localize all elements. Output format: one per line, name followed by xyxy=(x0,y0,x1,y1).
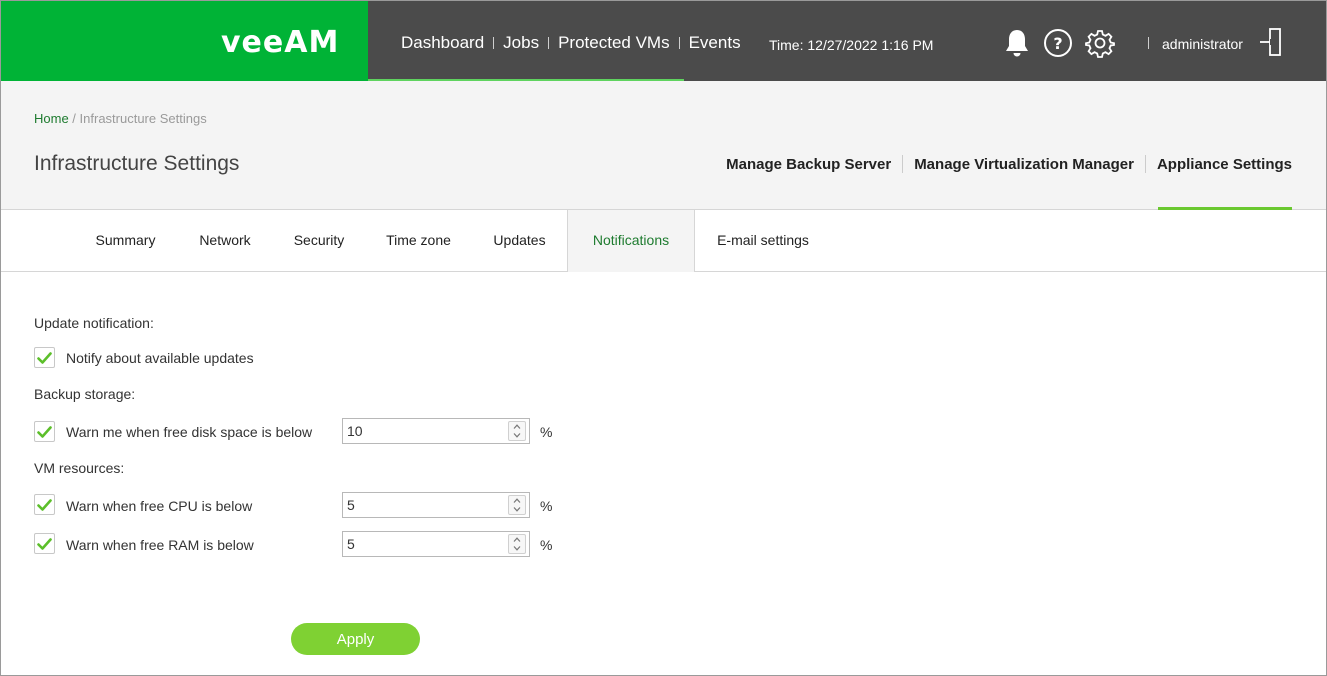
vm-resources-label: VM resources: xyxy=(34,460,125,476)
section-appliance-settings[interactable]: Appliance Settings xyxy=(1157,156,1292,173)
server-time: Time: 12/27/2022 1:16 PM xyxy=(769,37,934,53)
user-separator xyxy=(1148,37,1149,49)
page-title: Infrastructure Settings xyxy=(34,152,240,175)
breadcrumb: Home / Infrastructure Settings xyxy=(34,111,207,126)
ram-threshold-stepper xyxy=(342,531,530,557)
nav-jobs[interactable]: Jobs xyxy=(503,33,539,53)
disk-space-unit: % xyxy=(540,424,553,440)
breadcrumb-current: Infrastructure Settings xyxy=(79,111,207,126)
spin-buttons xyxy=(508,421,526,441)
username[interactable]: administrator xyxy=(1162,36,1243,52)
disk-space-threshold-input[interactable] xyxy=(343,419,503,443)
tab-updates[interactable]: Updates xyxy=(480,210,559,271)
tab-summary[interactable]: Summary xyxy=(83,210,168,271)
checkmark-icon xyxy=(37,537,52,550)
checkmark-icon xyxy=(37,498,52,511)
breadcrumb-separator: / xyxy=(68,111,80,126)
checkmark-icon xyxy=(37,351,52,364)
nav-dashboard[interactable]: Dashboard xyxy=(401,33,484,53)
nav-separator xyxy=(548,37,550,49)
cpu-threshold-stepper xyxy=(342,492,530,518)
cpu-threshold-input[interactable] xyxy=(343,493,503,517)
main-nav: Dashboard Jobs Protected VMs Events xyxy=(401,32,741,54)
notify-updates-label: Notify about available updates xyxy=(66,350,254,366)
tab-email-settings[interactable]: E-mail settings xyxy=(703,210,823,271)
help-icon[interactable]: ? xyxy=(1043,28,1073,58)
logo-block: veeAM xyxy=(1,1,368,81)
section-separator xyxy=(1144,155,1146,173)
cpu-unit: % xyxy=(540,498,553,514)
veeam-logo[interactable]: veeAM xyxy=(221,25,339,60)
cpu-warn-label: Warn when free CPU is below xyxy=(66,498,253,514)
tab-security[interactable]: Security xyxy=(281,210,357,271)
cpu-warn-checkbox[interactable] xyxy=(34,494,55,515)
nav-events[interactable]: Events xyxy=(689,33,741,53)
ram-warn-label: Warn when free RAM is below xyxy=(66,537,254,553)
spin-buttons xyxy=(508,495,526,515)
notify-updates-checkbox[interactable] xyxy=(34,347,55,368)
chevron-up-icon[interactable] xyxy=(509,422,525,431)
gear-icon[interactable] xyxy=(1085,28,1115,58)
backup-storage-label: Backup storage: xyxy=(34,386,136,402)
nav-protected-vms[interactable]: Protected VMs xyxy=(558,33,670,53)
section-manage-virtualization-manager[interactable]: Manage Virtualization Manager xyxy=(914,156,1134,173)
notifications-form: Update notification: Notify about availa… xyxy=(1,272,1326,675)
chevron-down-icon[interactable] xyxy=(509,505,525,514)
tab-network[interactable]: Network xyxy=(184,210,266,271)
ram-threshold-input[interactable] xyxy=(343,532,503,556)
disk-space-warn-label: Warn me when free disk space is below xyxy=(66,424,313,440)
bell-icon[interactable] xyxy=(1002,28,1032,58)
chevron-down-icon[interactable] xyxy=(509,431,525,440)
chevron-down-icon[interactable] xyxy=(509,544,525,553)
chevron-up-icon[interactable] xyxy=(509,496,525,505)
app-window: veeAM Dashboard Jobs Protected VMs Event… xyxy=(0,0,1327,676)
ram-unit: % xyxy=(540,537,553,553)
nav-separator xyxy=(678,37,680,49)
breadcrumb-home-link[interactable]: Home xyxy=(34,111,69,126)
ram-warn-checkbox[interactable] xyxy=(34,533,55,554)
tab-notifications[interactable]: Notifications xyxy=(567,210,695,272)
disk-space-threshold-stepper xyxy=(342,418,530,444)
chevron-up-icon[interactable] xyxy=(509,535,525,544)
nav-separator xyxy=(493,37,495,49)
section-manage-backup-server[interactable]: Manage Backup Server xyxy=(726,156,891,173)
tab-time-zone[interactable]: Time zone xyxy=(373,210,464,271)
settings-tabs: Summary Network Security Time zone Updat… xyxy=(1,210,1326,272)
update-notification-label: Update notification: xyxy=(34,315,154,331)
section-separator xyxy=(902,155,904,173)
spin-buttons xyxy=(508,534,526,554)
svg-text:?: ? xyxy=(1053,34,1062,53)
top-bar: veeAM Dashboard Jobs Protected VMs Event… xyxy=(1,1,1326,81)
apply-button[interactable]: Apply xyxy=(291,623,420,655)
logout-icon[interactable] xyxy=(1256,27,1286,57)
checkmark-icon xyxy=(37,425,52,438)
page-header: Home / Infrastructure Settings Infrastru… xyxy=(1,81,1326,210)
section-nav: Manage Backup Server Manage Virtualizati… xyxy=(726,155,1292,173)
disk-space-warn-checkbox[interactable] xyxy=(34,421,55,442)
